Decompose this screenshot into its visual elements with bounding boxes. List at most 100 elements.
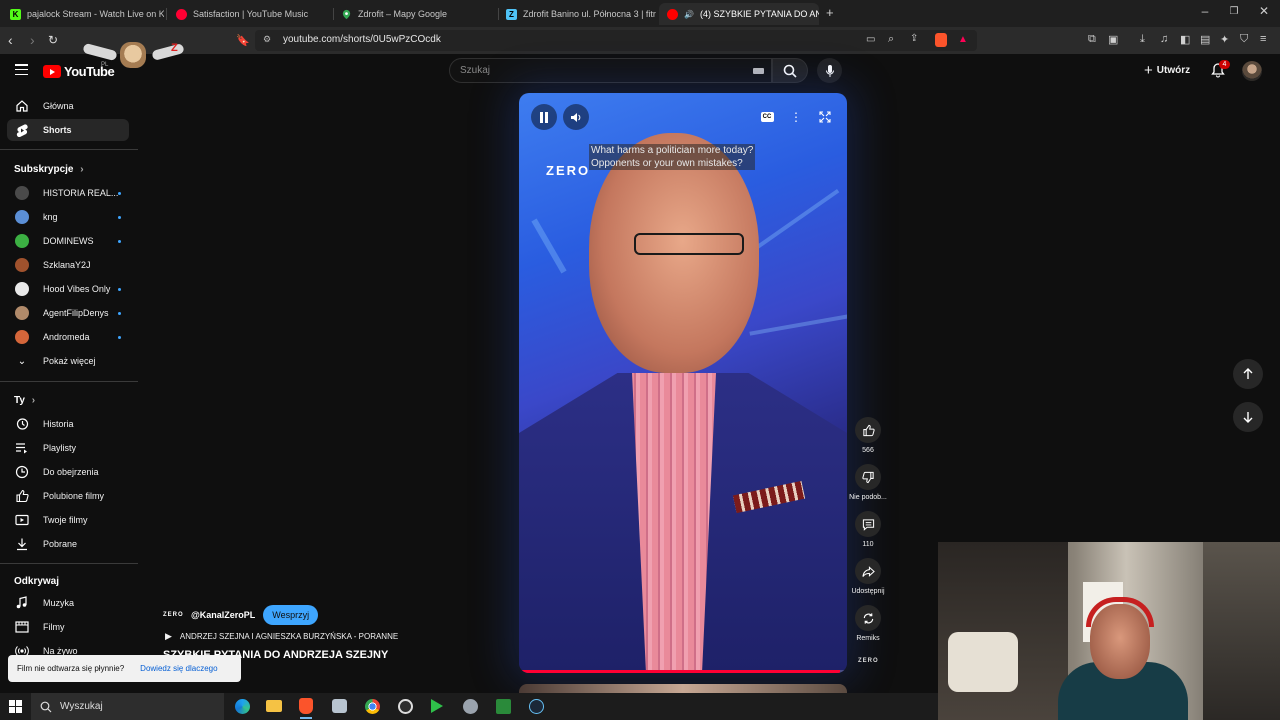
video-progress-fill (519, 670, 841, 673)
play-triangle-icon: ▶ (165, 631, 172, 641)
voice-search-button[interactable] (817, 58, 842, 83)
leo-icon[interactable]: ✦ (1220, 33, 1229, 46)
captions-button[interactable]: CC (756, 106, 778, 128)
wallet-icon[interactable]: ▤ (1200, 33, 1210, 46)
sidebar-item-playlists[interactable]: Playlisty (7, 437, 129, 459)
next-short-button[interactable] (1233, 402, 1263, 432)
previous-short-button[interactable] (1233, 359, 1263, 389)
restore-icon[interactable]: ❐ (1224, 6, 1244, 17)
steam-icon[interactable] (527, 697, 545, 715)
like-button[interactable] (855, 417, 881, 443)
menu-icon[interactable]: ≡ (1260, 33, 1266, 45)
sidebar-subscription[interactable]: SzklanaY2J (7, 254, 129, 276)
channel-handle[interactable]: @KanalZeroPL (191, 610, 255, 620)
sidebar-item-label: Polubione filmy (43, 491, 105, 501)
subscription-label: kng (43, 212, 58, 222)
hamburger-menu-icon[interactable] (15, 64, 28, 75)
tab-youtube-music[interactable]: Satisfaction | YouTube Music (168, 3, 333, 25)
tab-kick[interactable]: K pajalock Stream - Watch Live on Kick (2, 3, 164, 25)
create-button[interactable]: + Utwórz (1144, 62, 1190, 79)
taskbar-search[interactable]: Wyszukaj (31, 693, 224, 720)
new-content-dot (118, 335, 121, 339)
share-action: Udostępnij (851, 558, 885, 595)
tab-youtube-active[interactable]: 🔊 (4) SZYBKIE PYTANIA DO AND ✕ (659, 3, 819, 25)
sidebar-subscription[interactable]: AgentFilipDenys (7, 302, 129, 324)
brave-shields-icon[interactable] (935, 33, 947, 47)
tab-search-icon[interactable]: ▣ (1108, 33, 1118, 46)
keyboard-icon[interactable] (753, 68, 764, 74)
show-more-button[interactable]: ⌄ Pokaż więcej (7, 350, 129, 372)
cast-icon[interactable]: ▭ (866, 34, 875, 45)
minimize-icon[interactable]: – (1195, 4, 1215, 18)
sidebar-item-your-videos[interactable]: Twoje filmy (7, 509, 129, 531)
media-player-icon[interactable] (428, 697, 446, 715)
sidebar-subscription[interactable]: DOMINEWS (7, 230, 129, 252)
app-icon[interactable] (461, 697, 479, 715)
sidebar-subscription[interactable]: HISTORIA REAL... (7, 182, 129, 204)
close-window-icon[interactable]: ✕ (1254, 4, 1274, 18)
video-person-glasses (634, 233, 744, 255)
url-field[interactable]: ⚙ youtube.com/shorts/0U5wPzCOcdk ▭ ⌕ ⇪ ▲ (255, 30, 977, 51)
remix-button[interactable] (855, 605, 881, 631)
you-heading[interactable]: Ty › (14, 395, 35, 406)
new-tab-button[interactable]: + (826, 5, 834, 20)
account-avatar[interactable] (1242, 61, 1262, 81)
channel-mark[interactable]: ZERO (858, 658, 879, 664)
sidebar-item-music[interactable]: Muzyka (7, 592, 129, 614)
sidebar-subscription[interactable]: Andromeda (7, 326, 129, 348)
brave-icon[interactable] (297, 697, 315, 719)
video-progress-bar[interactable] (519, 670, 847, 673)
edge-icon[interactable] (233, 697, 251, 715)
share-button[interactable] (855, 558, 881, 584)
download-icon[interactable]: ⤓ (1140, 33, 1145, 46)
brave-rewards-icon[interactable]: ▲ (958, 34, 968, 45)
shorts-video-player[interactable]: ZERO What harms a politician more today?… (519, 93, 847, 673)
fullscreen-button[interactable] (814, 106, 836, 128)
more-options-button[interactable]: ⋮ (785, 106, 807, 128)
app-icon[interactable] (494, 697, 512, 715)
toast-learn-more-link[interactable]: Dowiedz się dlaczego (140, 664, 217, 673)
site-info-icon[interactable]: ⚙ (263, 34, 271, 45)
back-icon[interactable]: ‹ (8, 32, 13, 48)
extensions-icon[interactable]: ⧉ (1088, 33, 1096, 46)
dislike-button[interactable] (855, 464, 881, 490)
pause-button[interactable] (531, 104, 557, 130)
sidebar-item-home[interactable]: Główna (7, 95, 129, 117)
sidebar-icon[interactable]: ◧ (1180, 33, 1190, 46)
windows-start-icon[interactable] (9, 700, 22, 713)
youtube-music-icon (176, 8, 187, 20)
sidebar-item-shorts[interactable]: Shorts (7, 119, 129, 141)
zoom-icon[interactable]: ⌕ (888, 33, 894, 46)
file-explorer-icon[interactable] (265, 697, 283, 715)
sidebar-item-movies[interactable]: Filmy (7, 616, 129, 638)
new-content-dot (118, 311, 121, 315)
bookmark-icon[interactable]: 🔖 (236, 34, 250, 47)
tab-google-maps[interactable]: Zdrofit – Mapy Google (333, 3, 498, 25)
channel-logo[interactable]: ZERO (163, 612, 183, 618)
sidebar-subscription[interactable]: Hood Vibes Only (7, 278, 129, 300)
sidebar-item-watch-later[interactable]: Do obejrzenia (7, 461, 129, 483)
tab-zdrofit[interactable]: Z Zdrofit Banino ul. Północna 3 | fitnes (498, 3, 656, 25)
search-button[interactable] (772, 58, 808, 83)
subscriptions-heading[interactable]: Subskrypcje › (14, 164, 84, 175)
reload-icon[interactable]: ↻ (48, 33, 58, 47)
vpn-icon[interactable]: ⛉ (1240, 33, 1248, 46)
playlists-icon (16, 443, 27, 454)
support-button[interactable]: Wesprzyj (263, 605, 319, 625)
share-page-icon[interactable]: ⇪ (910, 33, 918, 44)
media-icon[interactable]: ♫ (1160, 33, 1168, 45)
chrome-icon[interactable] (363, 697, 381, 715)
sidebar-item-history[interactable]: Historia (7, 413, 129, 435)
search-input[interactable]: Szukaj (449, 58, 772, 83)
obs-icon[interactable] (396, 697, 414, 715)
subscription-label: AgentFilipDenys (43, 308, 109, 318)
volume-button[interactable] (563, 104, 589, 130)
comments-button[interactable] (855, 511, 881, 537)
sidebar-subscription[interactable]: kng (7, 206, 129, 228)
volume-icon (571, 112, 581, 122)
app-icon[interactable] (330, 697, 348, 715)
sidebar-item-liked[interactable]: Polubione filmy (7, 485, 129, 507)
sidebar-item-downloads[interactable]: Pobrane (7, 533, 129, 555)
song-row[interactable]: ▶ ANDRZEJ SZEJNA I AGNIESZKA BURZYŃSKA -… (165, 631, 398, 642)
forward-icon[interactable]: › (30, 32, 35, 48)
